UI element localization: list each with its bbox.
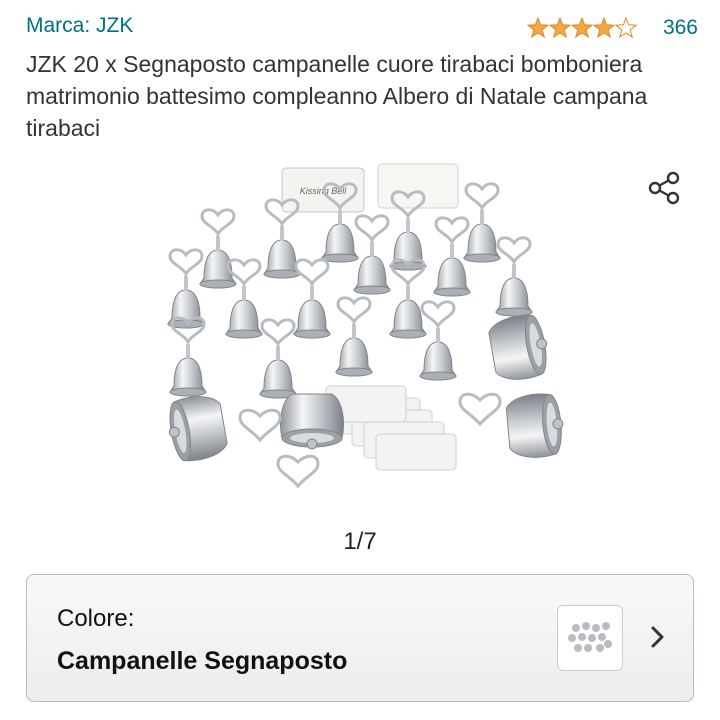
product-title: JZK 20 x Segnaposto campanelle cuore tir… <box>26 51 648 141</box>
share-icon <box>648 171 680 205</box>
brand-link[interactable]: Marca: JZK <box>26 14 133 38</box>
share-button[interactable] <box>644 168 684 208</box>
star-rating <box>527 17 639 39</box>
chevron-right-icon[interactable] <box>647 623 669 656</box>
variant-thumbnail[interactable] <box>557 605 623 671</box>
variant-label: Colore: <box>57 605 135 632</box>
bells-illustration: Kissing Bell <box>163 163 567 489</box>
image-counter: 1/7 <box>343 528 377 555</box>
bells-thumbnail-icon <box>568 622 612 652</box>
product-image[interactable]: Kissing Bell <box>140 158 580 489</box>
stars-icon <box>527 17 637 38</box>
rating[interactable]: 366 <box>527 16 698 40</box>
variant-value: Campanelle Segnaposto <box>57 647 348 675</box>
rating-count[interactable]: 366 <box>663 16 698 40</box>
variant-selector[interactable]: Colore: Campanelle Segnaposto <box>26 574 694 702</box>
